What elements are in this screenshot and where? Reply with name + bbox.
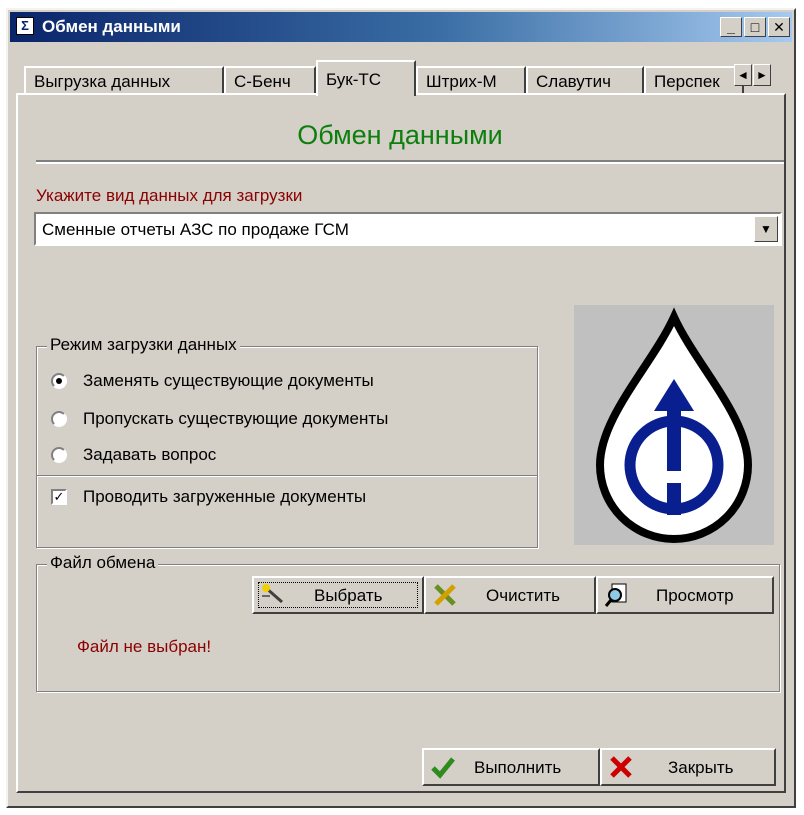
close-window-button[interactable]: ✕ (768, 17, 790, 37)
title-bar[interactable]: Σ Обмен данными _ □ ✕ (10, 12, 792, 42)
close-icon (610, 756, 632, 778)
radio-button[interactable] (51, 373, 67, 389)
tab-label: Славутич (536, 72, 611, 91)
tab-label: Бук-ТС (326, 70, 382, 89)
window-title: Обмен данными (42, 17, 181, 36)
view-file-label: Просмотр (656, 586, 734, 605)
chevron-down-icon[interactable]: ▼ (754, 216, 778, 242)
page-heading: Обмен данными (297, 120, 503, 150)
app-icon[interactable]: Σ (16, 17, 34, 35)
tab-scroll-right-button[interactable]: ► (753, 64, 771, 86)
tab-shtrih-m[interactable]: Штрих-М (416, 66, 526, 94)
tab-label: Выгрузка данных (34, 72, 171, 91)
close-button[interactable]: Закрыть (600, 748, 776, 786)
magnifier-icon (604, 583, 627, 607)
data-type-select[interactable]: Сменные отчеты АЗС по продаже ГСМ ▼ (34, 212, 782, 246)
exchange-file-title: Файл обмена (47, 553, 159, 573)
radio-label: Задавать вопрос (83, 445, 217, 464)
choose-file-label: Выбрать (314, 586, 383, 605)
radio-button[interactable] (51, 411, 67, 427)
tab-export[interactable]: Выгрузка данных (24, 66, 224, 94)
maximize-button[interactable]: □ (744, 17, 766, 37)
tab-label: С-Бенч (234, 72, 291, 91)
logo (574, 305, 774, 545)
radio-label: Пропускать существующие документы (83, 409, 389, 428)
load-mode-group: Режим загрузки данных Заменять существую… (36, 335, 538, 548)
file-status-text: Файл не выбран! (77, 637, 212, 656)
data-type-value: Сменные отчеты АЗС по продаже ГСМ (42, 220, 349, 239)
heading-divider (36, 160, 784, 164)
tab-scroll-left-button[interactable]: ◄ (734, 64, 752, 86)
data-type-label: Укажите вид данных для загрузки (36, 186, 303, 205)
minimize-button[interactable]: _ (720, 17, 742, 37)
fuel-drop-icon (595, 307, 753, 543)
close-label: Закрыть (668, 758, 734, 777)
load-mode-title: Режим загрузки данных (47, 335, 240, 355)
tab-label: Перспек (654, 72, 720, 91)
tab-perspek[interactable]: Перспек (644, 66, 744, 94)
tab-s-bench[interactable]: С-Бенч (224, 66, 316, 94)
tab-label: Штрих-М (426, 72, 497, 91)
clear-file-button[interactable]: Очистить (424, 576, 596, 614)
choose-file-button[interactable]: Выбрать (252, 576, 424, 614)
magic-wand-icon (262, 584, 283, 604)
checkbox-label: Проводить загруженные документы (83, 487, 367, 506)
group-divider (37, 475, 537, 477)
clear-file-label: Очистить (486, 586, 561, 605)
execute-label: Выполнить (474, 758, 562, 777)
execute-button[interactable]: Выполнить (422, 748, 600, 786)
radio-dot (56, 378, 62, 384)
tab-strip: Выгрузка данных С-Бенч Бук-ТС Штрих-М Сл… (16, 58, 786, 96)
radio-label: Заменять существующие документы (83, 371, 374, 390)
view-file-button[interactable]: Просмотр (596, 576, 774, 614)
check-icon (431, 757, 455, 779)
tab-buk-ts[interactable]: Бук-ТС (316, 60, 416, 96)
tab-slavutich[interactable]: Славутич (526, 66, 644, 94)
cross-icon (434, 584, 456, 606)
post-docs-checkbox[interactable]: ✓ (51, 489, 67, 505)
radio-button[interactable] (51, 447, 67, 463)
